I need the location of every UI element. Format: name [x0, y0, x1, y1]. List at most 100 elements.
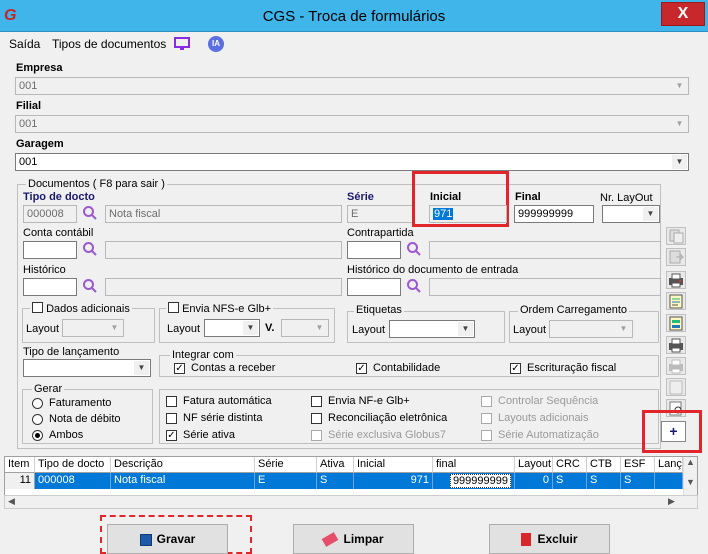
garagem-select[interactable]: 001 ▼ — [15, 153, 689, 171]
scroll-down-icon[interactable]: ▼ — [684, 477, 697, 487]
document-disabled-icon[interactable] — [666, 378, 686, 396]
dados-layout-select[interactable]: ▼ — [62, 319, 124, 337]
ordem-layout-select[interactable]: ▼ — [549, 320, 633, 338]
fatura-automatica-checkbox[interactable] — [166, 396, 177, 407]
scroll-left-icon[interactable]: ◀ — [8, 496, 15, 507]
vertical-scrollbar[interactable]: ▲ ▼ — [683, 457, 697, 495]
col-tipo-docto[interactable]: Tipo de docto — [35, 457, 111, 473]
serie-label: Série — [347, 191, 374, 203]
col-descricao[interactable]: Descrição — [111, 457, 255, 473]
col-layout[interactable]: Layout — [515, 457, 553, 473]
document-icon[interactable] — [666, 292, 686, 310]
cell-tipo-docto[interactable]: 000008 — [35, 473, 111, 489]
cell-esf[interactable]: S — [621, 473, 655, 489]
cell-inicial[interactable]: 971 — [354, 473, 433, 489]
printer-icon[interactable] — [666, 271, 686, 289]
ia-icon[interactable]: IA — [208, 36, 224, 52]
nfse-layout-select[interactable]: ▼ — [204, 319, 260, 337]
dados-layout-label: Layout — [26, 323, 60, 335]
historico-field[interactable] — [23, 278, 77, 296]
cell-serie[interactable]: E — [255, 473, 317, 489]
monitor-icon[interactable] — [174, 37, 190, 50]
limpar-button[interactable]: Limpar — [293, 524, 414, 554]
nota-debito-radio[interactable] — [32, 414, 43, 425]
col-lanc[interactable]: Lanç — [655, 457, 683, 473]
serie-exclusiva-checkbox[interactable] — [311, 430, 322, 441]
dados-adicionais-checkbox[interactable] — [32, 302, 43, 313]
gravar-button[interactable]: Gravar — [107, 524, 228, 554]
faturamento-radio[interactable] — [32, 398, 43, 409]
nr-layout-select[interactable]: ▼ — [602, 205, 660, 223]
cell-item[interactable]: 11 — [5, 473, 35, 489]
chevron-down-icon: ▼ — [643, 207, 658, 221]
contrapartida-field[interactable] — [347, 241, 401, 259]
print-disabled-icon[interactable] — [666, 357, 686, 375]
excluir-button[interactable]: Excluir — [489, 524, 610, 554]
cell-layout[interactable]: 0 — [515, 473, 553, 489]
nfse-checkbox[interactable] — [168, 302, 179, 313]
serie-automatizacao-checkbox[interactable] — [481, 430, 492, 441]
col-serie[interactable]: Série — [255, 457, 317, 473]
report-icon[interactable] — [666, 314, 686, 332]
chevron-down-icon: ▼ — [672, 117, 687, 131]
controlar-sequencia-checkbox[interactable] — [481, 396, 492, 407]
cell-crc[interactable]: S — [553, 473, 587, 489]
search-icon[interactable] — [82, 241, 98, 257]
historico-entrada-field[interactable] — [347, 278, 401, 296]
empresa-select[interactable]: 001 ▼ — [15, 77, 689, 95]
tipo-lancamento-select[interactable]: ▼ — [23, 359, 151, 377]
export-icon[interactable] — [666, 248, 686, 266]
horizontal-scrollbar[interactable]: ◀ ▶ — [4, 495, 698, 509]
serie-ativa-checkbox[interactable]: ✓ — [166, 430, 177, 441]
search-icon[interactable] — [82, 278, 98, 294]
layouts-adicionais-checkbox[interactable] — [481, 413, 492, 424]
inicial-label: Inicial — [430, 191, 462, 203]
etiquetas-layout-select[interactable]: ▼ — [389, 320, 475, 338]
inicial-field[interactable]: 971 — [429, 205, 507, 223]
conta-contabil-field[interactable] — [23, 241, 77, 259]
close-button[interactable]: X — [661, 2, 705, 26]
cell-lanc[interactable] — [655, 473, 683, 489]
col-inicial[interactable]: Inicial — [354, 457, 433, 473]
search-icon[interactable] — [406, 241, 422, 257]
tipo-docto-description[interactable]: Nota fiscal — [105, 205, 342, 223]
integrar-label: Integrar com — [170, 349, 236, 361]
filial-select[interactable]: 001 ▼ — [15, 115, 689, 133]
menu-tipos-documentos[interactable]: Tipos de documentos — [52, 37, 166, 51]
col-ctb[interactable]: CTB — [587, 457, 621, 473]
ambos-radio[interactable] — [32, 430, 43, 441]
col-esf[interactable]: ESF — [621, 457, 655, 473]
serie-ativa-label: Série ativa — [183, 429, 235, 441]
contas-receber-checkbox[interactable]: ✓ — [174, 363, 185, 374]
cell-descricao[interactable]: Nota fiscal — [111, 473, 255, 489]
escrituracao-checkbox[interactable]: ✓ — [510, 363, 521, 374]
scroll-up-icon[interactable]: ▲ — [684, 457, 697, 467]
col-item[interactable]: Item — [5, 457, 35, 473]
tipo-lancamento-label: Tipo de lançamento — [23, 346, 120, 358]
search-icon[interactable] — [82, 205, 98, 221]
contabilidade-checkbox[interactable]: ✓ — [356, 363, 367, 374]
col-crc[interactable]: CRC — [553, 457, 587, 473]
final-label: Final — [515, 191, 541, 203]
tipo-docto-code[interactable]: 000008 — [23, 205, 77, 223]
copy-icon[interactable] — [666, 227, 686, 245]
reconciliacao-label: Reconciliação eletrônica — [328, 412, 448, 424]
reconciliacao-checkbox[interactable] — [311, 413, 322, 424]
add-button[interactable]: + — [661, 421, 686, 442]
col-ativa[interactable]: Ativa — [317, 457, 354, 473]
final-field[interactable]: 999999999 — [514, 205, 594, 223]
scroll-right-icon[interactable]: ▶ — [668, 496, 675, 507]
col-final[interactable]: final — [433, 457, 515, 473]
contas-receber-label: Contas a receber — [191, 362, 276, 374]
cell-ctb[interactable]: S — [587, 473, 621, 489]
search-icon[interactable] — [406, 278, 422, 294]
serie-field[interactable]: E — [347, 205, 413, 223]
menu-saida[interactable]: Saída — [9, 37, 40, 51]
cell-final[interactable]: 999999999 — [433, 473, 515, 489]
nf-serie-distinta-checkbox[interactable] — [166, 413, 177, 424]
cell-ativa[interactable]: S — [317, 473, 354, 489]
print-preview-icon[interactable] — [666, 336, 686, 354]
ordem-label: Ordem Carregamento — [518, 304, 629, 316]
nfse-version-select[interactable]: ▼ — [281, 319, 329, 337]
envia-nfe-checkbox[interactable] — [311, 396, 322, 407]
